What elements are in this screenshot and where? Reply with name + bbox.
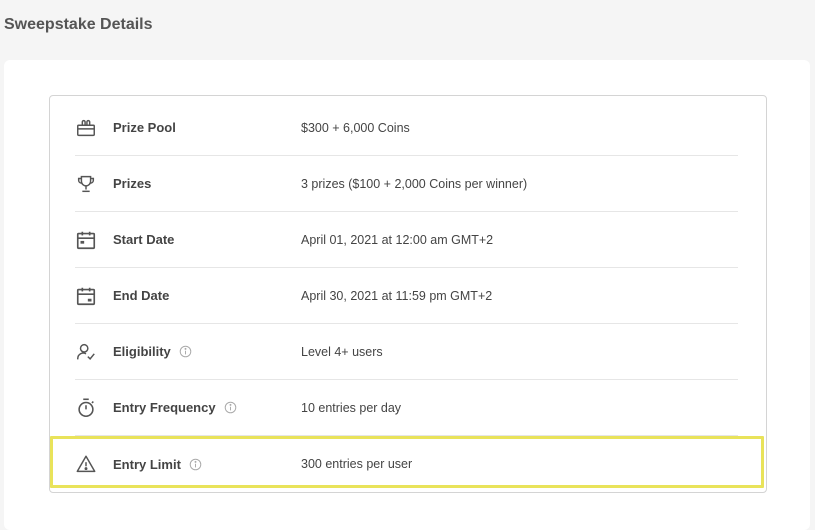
detail-value: Level 4+ users (301, 344, 383, 359)
detail-row-entry-frequency: Entry Frequency 10 entries per day (75, 380, 738, 436)
detail-label: Prizes (113, 176, 152, 191)
detail-label: Entry Frequency (113, 400, 216, 415)
detail-label: Entry Limit (113, 456, 181, 472)
detail-label: End Date (113, 288, 170, 303)
detail-row-prizes: Prizes 3 prizes ($100 + 2,000 Coins per … (75, 156, 738, 212)
detail-row-prize-pool: Prize Pool $300 + 6,000 Coins (75, 100, 738, 156)
detail-row-start-date: Start Date April 01, 2021 at 12:00 am GM… (75, 212, 738, 268)
page-title: Sweepstake Details (4, 16, 153, 33)
user-check-icon (75, 341, 97, 363)
trophy-icon (75, 173, 97, 195)
info-icon[interactable] (224, 401, 237, 414)
gift-icon (75, 117, 97, 139)
detail-value: 3 prizes ($100 + 2,000 Coins per winner) (301, 176, 528, 191)
detail-row-end-date: End Date April 30, 2021 at 11:59 pm GMT+… (75, 268, 738, 324)
stopwatch-icon (75, 397, 97, 419)
detail-value: 10 entries per day (301, 400, 402, 415)
detail-value: $300 + 6,000 Coins (301, 120, 410, 135)
detail-value: April 30, 2021 at 11:59 pm GMT+2 (301, 288, 493, 303)
calendar-end-icon (75, 285, 97, 307)
info-icon[interactable] (189, 458, 202, 471)
detail-value: 300 entries per user (301, 457, 413, 471)
detail-label: Prize Pool (113, 120, 176, 135)
info-icon[interactable] (179, 345, 192, 358)
detail-value: April 01, 2021 at 12:00 am GMT+2 (301, 232, 494, 247)
detail-row-entry-limit: Entry Limit 300 entries per user (75, 436, 738, 492)
detail-label: Start Date (113, 232, 175, 247)
calendar-start-icon (75, 229, 97, 251)
detail-row-eligibility: Eligibility Level 4+ users (75, 324, 738, 380)
warning-icon (75, 453, 97, 475)
detail-label: Eligibility (113, 344, 171, 359)
